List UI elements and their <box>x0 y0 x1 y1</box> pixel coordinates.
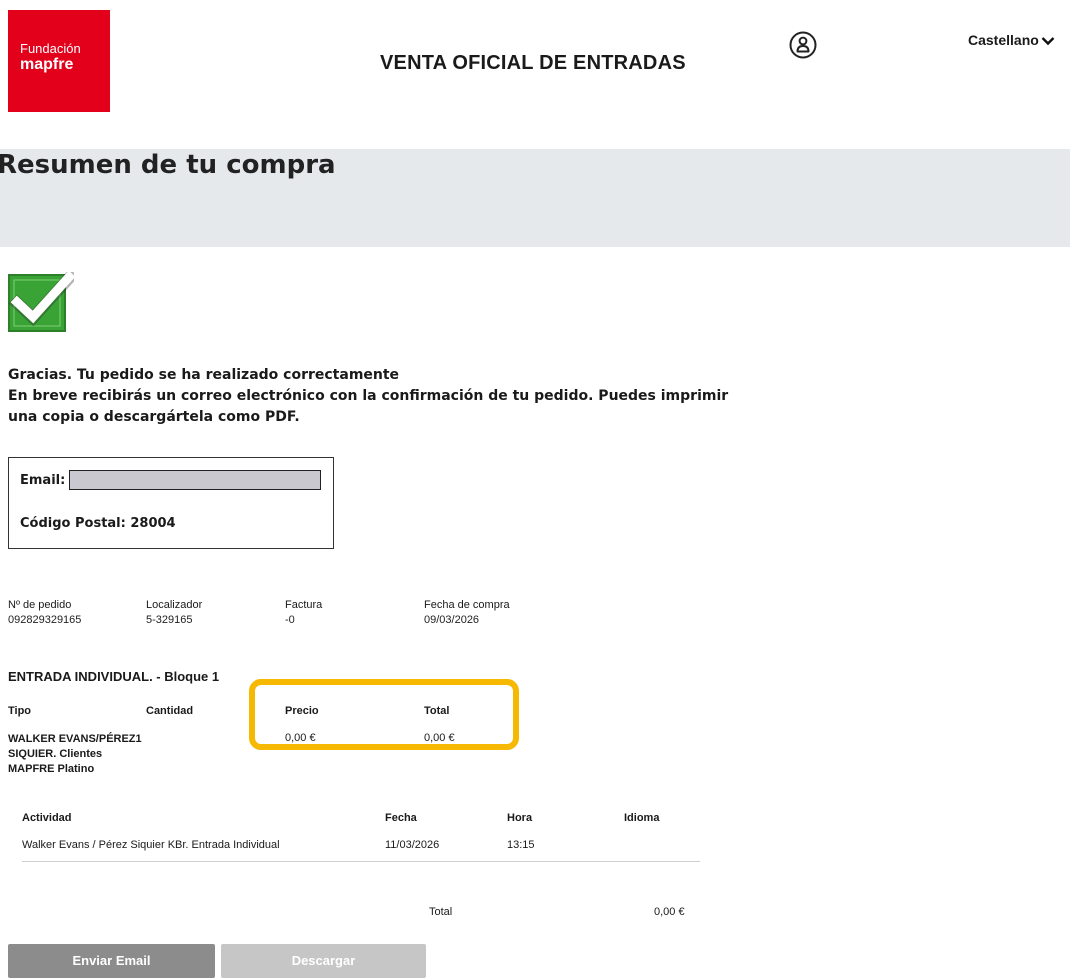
locator: Localizador 5-329165 <box>146 598 202 628</box>
ticket-type-line-1: WALKER EVANS/PÉREZ1 <box>8 733 142 745</box>
fecha-header: Fecha <box>385 812 417 824</box>
grand-total-label: Total <box>429 906 453 918</box>
user-icon[interactable] <box>788 30 818 60</box>
activity-divider <box>22 861 700 862</box>
send-email-button[interactable]: Enviar Email <box>8 944 215 978</box>
purchase-date-label: Fecha de compra <box>424 599 510 611</box>
postal-code-row: Código Postal: 28004 <box>20 516 176 531</box>
order-number-value: 092829329165 <box>8 614 82 626</box>
language-selector[interactable]: Castellano <box>968 32 1055 48</box>
email-label: Email: <box>20 473 66 488</box>
chevron-down-icon <box>1041 37 1055 46</box>
ticket-quantity: 1 <box>135 733 142 745</box>
confirmation-line-1: Gracias. Tu pedido se ha realizado corre… <box>8 367 400 383</box>
purchase-date: Fecha de compra 09/03/2026 <box>424 598 510 628</box>
language-label: Castellano <box>968 32 1039 48</box>
download-button[interactable]: Descargar <box>221 944 426 978</box>
cantidad-header: Cantidad <box>146 705 194 717</box>
ticket-type-line-3: MAPFRE Platino <box>8 763 95 775</box>
idioma-header: Idioma <box>624 812 660 824</box>
checkmark-icon <box>8 268 79 334</box>
activity-date: 11/03/2026 <box>385 839 440 851</box>
grand-total-value: 0,00 € <box>654 906 685 918</box>
invoice-value: -0 <box>285 614 295 626</box>
invoice: Factura -0 <box>285 598 322 628</box>
postal-code-label: Código Postal: <box>20 516 126 531</box>
order-number: Nº de pedido 092829329165 <box>8 598 81 628</box>
entry-section-title: ENTRADA INDIVIDUAL. - Bloque 1 <box>8 669 220 684</box>
email-redacted-field <box>69 470 321 490</box>
site-title: VENTA OFICIAL DE ENTRADAS <box>380 52 686 74</box>
hora-header: Hora <box>507 812 533 824</box>
locator-label: Localizador <box>146 599 203 611</box>
ticket-type-line-2: SIQUIER. Clientes <box>8 748 103 760</box>
confirmation-line-3: una copia o descargártela como PDF. <box>8 409 300 425</box>
ticket-type: WALKER EVANS/PÉREZ1 SIQUIER. Clientes MA… <box>8 732 142 777</box>
tipo-header: Tipo <box>8 705 32 717</box>
locator-value: 5-329165 <box>146 614 193 626</box>
fundacion-mapfre-logo[interactable]: Fundación mapfre <box>8 10 110 112</box>
contact-info-box: Email: Código Postal: 28004 <box>8 457 334 549</box>
invoice-label: Factura <box>285 599 323 611</box>
confirmation-line-2: En breve recibirás un correo electrónico… <box>8 388 729 404</box>
confirmation-message: Gracias. Tu pedido se ha realizado corre… <box>8 365 729 428</box>
price-highlight-annotation <box>249 679 519 750</box>
actividad-header: Actividad <box>22 812 72 824</box>
page-title: Resumen de tu compra <box>0 150 336 180</box>
activity-name: Walker Evans / Pérez Siquier KBr. Entrad… <box>22 839 280 851</box>
order-number-label: Nº de pedido <box>8 599 72 611</box>
logo-line-1: Fundación <box>20 41 81 56</box>
purchase-date-value: 09/03/2026 <box>424 614 480 626</box>
postal-code-value: 28004 <box>130 516 176 531</box>
logo-line-2: mapfre <box>20 56 74 73</box>
activity-time: 13:15 <box>507 839 535 851</box>
